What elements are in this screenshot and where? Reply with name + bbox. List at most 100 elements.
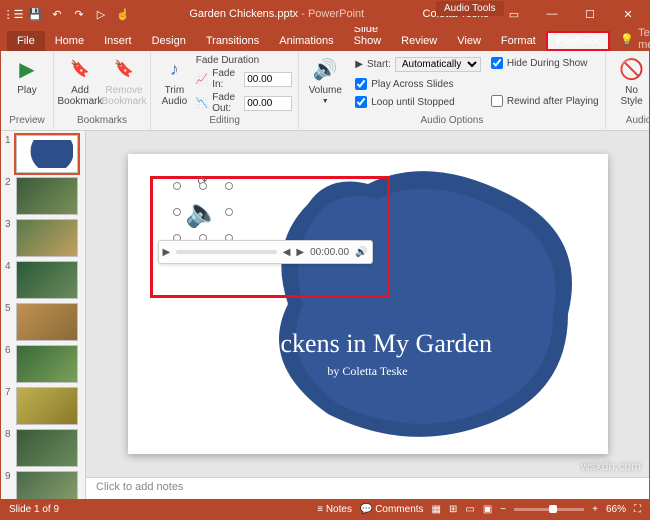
start-field[interactable]: ▶ Start: Automatically — [355, 57, 481, 72]
speaker-icon[interactable]: 🔈 — [183, 192, 223, 232]
lightbulb-icon: 💡 — [620, 33, 634, 46]
thumbnail-item[interactable]: 6 — [5, 345, 81, 383]
tab-design[interactable]: Design — [142, 31, 196, 51]
minimize-button[interactable]: — — [535, 1, 569, 27]
thumbnail-item[interactable]: ★1 — [5, 135, 81, 173]
thumbnail-item[interactable]: 2 — [5, 177, 81, 215]
audio-player[interactable]: ▶ ◀ ▶ 00:00.00 🔊 — [158, 240, 373, 264]
ribbon-tabs: File Home Insert Design Transitions Anim… — [1, 27, 649, 51]
player-prev-icon[interactable]: ◀ — [283, 247, 291, 258]
loop-checkbox[interactable]: Loop until Stopped — [355, 96, 481, 108]
play-across-checkbox[interactable]: Play Across Slides — [355, 78, 481, 90]
play-button[interactable]: ▶ Play — [7, 53, 47, 98]
zoom-level[interactable]: 66% — [606, 504, 626, 515]
thumbnail-preview[interactable] — [16, 345, 78, 383]
fade-out-field[interactable]: 📉 Fade Out: — [196, 92, 292, 114]
thumbnail-number: 6 — [5, 345, 13, 383]
thumbnail-preview[interactable] — [16, 471, 78, 499]
titlebar: ⋮☰ 💾 ↶ ↷ ▷ ☝ Garden Chickens.pptx - Powe… — [1, 1, 649, 27]
start-show-icon[interactable]: ▷ — [93, 6, 109, 22]
thumbnail-preview[interactable] — [16, 303, 78, 341]
fit-window-icon[interactable]: ⛶ — [634, 504, 641, 515]
chevron-down-icon: ▼ — [322, 98, 329, 105]
tab-view[interactable]: View — [447, 31, 491, 51]
thumbnail-preview[interactable] — [16, 177, 78, 215]
slide[interactable]: Chickens in My Garden by Coletta Teske ⟳… — [128, 154, 608, 454]
volume-icon: 🔊 — [311, 55, 339, 83]
zoom-out-icon[interactable]: − — [500, 504, 506, 515]
rewind-checkbox[interactable]: Rewind after Playing — [491, 95, 599, 107]
thumbnail-item[interactable]: 7 — [5, 387, 81, 425]
thumbnail-preview[interactable] — [16, 135, 78, 173]
thumbnail-item[interactable]: 4 — [5, 261, 81, 299]
group-audio-options: 🔊 Volume ▼ ▶ Start: Automatically Play A… — [299, 51, 605, 130]
player-track[interactable] — [176, 250, 277, 254]
trim-audio-button[interactable]: ♪ Trim Audio — [157, 53, 192, 109]
status-bar: Slide 1 of 9 ≡ Notes 💬 Comments ▦ ⊞ ▭ ▣ … — [1, 499, 649, 519]
slide-title-text[interactable]: Chickens in My Garden — [128, 329, 608, 359]
thumbnail-item[interactable]: 8 — [5, 429, 81, 467]
slide-thumbnails[interactable]: ★1 2 3 4 5 6 7 8 9 — [1, 131, 86, 499]
start-select[interactable]: Automatically — [395, 57, 481, 72]
app-window: ⋮☰ 💾 ↶ ↷ ▷ ☝ Garden Chickens.pptx - Powe… — [0, 0, 650, 520]
app-menu-icon[interactable]: ⋮☰ — [5, 6, 21, 22]
notes-pane[interactable]: Click to add notes — [86, 477, 649, 499]
player-play-icon[interactable]: ▶ — [163, 247, 171, 258]
tab-home[interactable]: Home — [45, 31, 94, 51]
fade-in-field[interactable]: 📈 Fade In: — [196, 68, 292, 90]
no-style-icon: 🚫 — [618, 55, 646, 83]
thumbnail-item[interactable]: 9 — [5, 471, 81, 499]
undo-icon[interactable]: ↶ — [49, 6, 65, 22]
thumbnail-number: 8 — [5, 429, 13, 467]
player-volume-icon[interactable]: 🔊 — [355, 247, 367, 258]
close-button[interactable]: ✕ — [611, 1, 645, 27]
save-icon[interactable]: 💾 — [27, 6, 43, 22]
thumbnail-number: 1 — [5, 135, 13, 173]
thumbnail-item[interactable]: 5 — [5, 303, 81, 341]
slide-counter[interactable]: Slide 1 of 9 — [9, 504, 59, 515]
thumbnail-number: 9 — [5, 471, 13, 499]
fade-duration-label: Fade Duration — [196, 55, 292, 66]
view-sorter-icon[interactable]: ⊞ — [449, 504, 457, 515]
thumbnail-preview[interactable] — [16, 429, 78, 467]
thumbnail-preview[interactable] — [16, 261, 78, 299]
notes-toggle[interactable]: ≡ Notes — [317, 504, 352, 515]
app-name: PowerPoint — [308, 8, 364, 20]
group-audio-styles: 🚫 No Style 🔈 Play in Background Audio St… — [606, 51, 650, 130]
hide-checkbox[interactable]: Hide During Show — [491, 57, 599, 69]
window-title: Garden Chickens.pptx - PowerPoint — [131, 8, 423, 20]
redo-icon[interactable]: ↷ — [71, 6, 87, 22]
tab-insert[interactable]: Insert — [94, 31, 142, 51]
touch-mode-icon[interactable]: ☝ — [115, 6, 131, 22]
tab-transitions[interactable]: Transitions — [196, 31, 269, 51]
tab-format[interactable]: Format — [491, 31, 546, 51]
tab-review[interactable]: Review — [391, 31, 447, 51]
no-style-button[interactable]: 🚫 No Style — [612, 53, 650, 109]
tell-me-search[interactable]: 💡 Tell me... — [620, 27, 650, 51]
view-reading-icon[interactable]: ▭ — [465, 504, 474, 515]
thumbnail-preview[interactable] — [16, 219, 78, 257]
audio-object[interactable]: ⟳ 🔈 — [183, 192, 223, 232]
tab-animations[interactable]: Animations — [269, 31, 343, 51]
tab-file[interactable]: File — [7, 31, 45, 51]
tab-playback[interactable]: Playback — [546, 31, 611, 51]
volume-button[interactable]: 🔊 Volume ▼ — [305, 53, 345, 107]
work-area: ★1 2 3 4 5 6 7 8 9 Chickens in My Garden by Cole… — [1, 131, 649, 499]
slide-area: Chickens in My Garden by Coletta Teske ⟳… — [86, 131, 649, 499]
fade-in-input[interactable] — [244, 72, 292, 87]
view-slideshow-icon[interactable]: ▣ — [483, 504, 492, 515]
add-bookmark-button[interactable]: 🔖 Add Bookmark — [60, 53, 100, 109]
player-next-icon[interactable]: ▶ — [296, 247, 304, 258]
zoom-in-icon[interactable]: + — [592, 504, 598, 515]
zoom-slider[interactable] — [514, 508, 584, 511]
slide-subtitle-text[interactable]: by Coletta Teske — [128, 364, 608, 379]
thumbnail-preview[interactable] — [16, 387, 78, 425]
slide-canvas[interactable]: Chickens in My Garden by Coletta Teske ⟳… — [86, 131, 649, 477]
maximize-button[interactable]: ☐ — [573, 1, 607, 27]
thumbnail-item[interactable]: 3 — [5, 219, 81, 257]
fade-out-input[interactable] — [244, 96, 292, 111]
comments-toggle[interactable]: 💬 Comments — [360, 504, 424, 515]
view-normal-icon[interactable]: ▦ — [432, 504, 441, 515]
trim-icon: ♪ — [160, 55, 188, 83]
play-icon: ▶ — [13, 55, 41, 83]
